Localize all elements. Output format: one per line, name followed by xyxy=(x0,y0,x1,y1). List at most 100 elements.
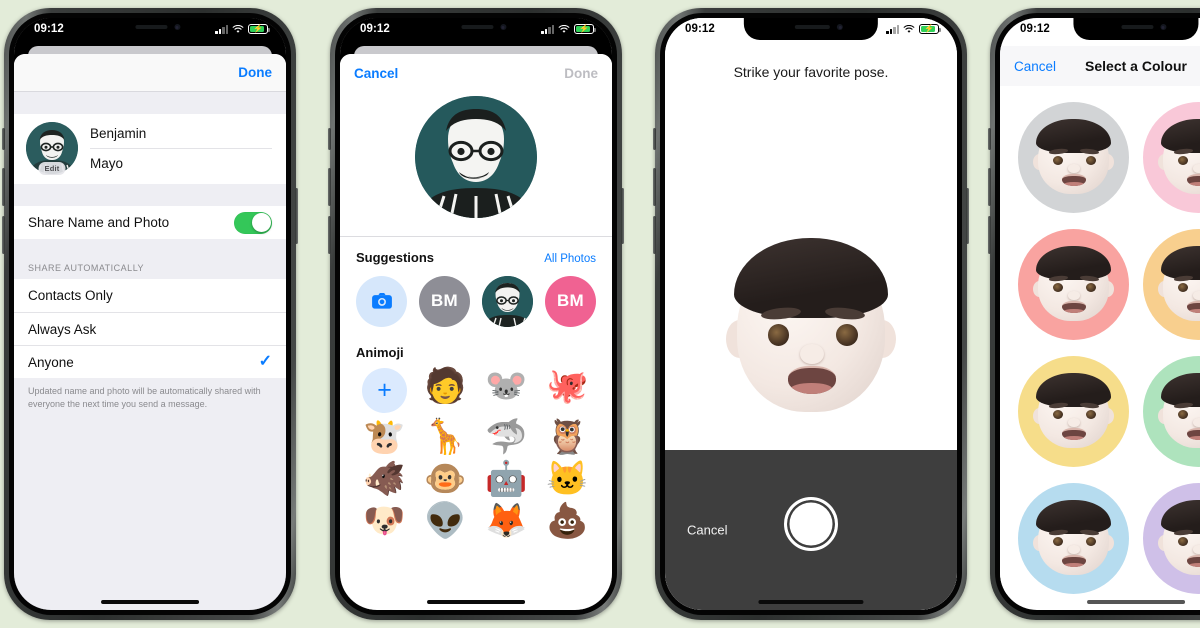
option-label: Anyone xyxy=(28,354,74,370)
option-contacts-only[interactable]: Contacts Only xyxy=(14,279,286,312)
animoji-item[interactable]: 🐮 xyxy=(363,418,405,455)
earpiece-speaker xyxy=(134,25,168,29)
share-name-photo-row[interactable]: Share Name and Photo xyxy=(14,206,286,239)
profile-row[interactable]: Edit Benjamin Mayo xyxy=(14,114,286,184)
colour-swatch-salmon[interactable] xyxy=(1018,229,1129,340)
suggestions-row: BM BM xyxy=(340,273,612,345)
silent-switch[interactable] xyxy=(2,128,5,150)
suggestion-initials-grey[interactable]: BM xyxy=(419,275,470,327)
memoji-thumb xyxy=(1030,241,1117,328)
last-name-field[interactable]: Mayo xyxy=(90,149,272,173)
colour-swatch-yellow[interactable] xyxy=(1018,356,1129,467)
memoji-thumb xyxy=(1030,495,1117,582)
volume-down-button[interactable] xyxy=(328,216,331,254)
phone-3: 09:12 ⚡ Strike your favorite pose. Cance… xyxy=(653,8,969,620)
sheet-navbar: Done xyxy=(14,54,286,92)
notch xyxy=(413,18,539,40)
option-always-ask[interactable]: Always Ask xyxy=(14,312,286,345)
colour-swatch-green[interactable] xyxy=(1143,356,1200,467)
power-button[interactable] xyxy=(621,188,624,244)
animoji-item[interactable]: 🐭 xyxy=(485,367,527,413)
status-time: 09:12 xyxy=(685,23,715,35)
animoji-header: Animoji xyxy=(340,344,612,366)
colour-swatch-orange[interactable] xyxy=(1143,229,1200,340)
colour-navbar: Cancel Select a Colour xyxy=(1000,46,1200,86)
share-name-photo-label: Share Name and Photo xyxy=(28,215,170,230)
shutter-button[interactable] xyxy=(784,496,838,551)
animoji-item[interactable]: 🦉 xyxy=(546,418,588,455)
avatar[interactable]: Edit xyxy=(26,122,78,175)
suggestion-initials-pink[interactable]: BM xyxy=(545,275,596,327)
selected-avatar[interactable] xyxy=(415,96,537,218)
animoji-item[interactable]: 🦈 xyxy=(485,418,527,455)
cancel-button[interactable]: Cancel xyxy=(1014,59,1056,74)
animoji-item[interactable]: 🐗 xyxy=(363,460,405,497)
phone-4: 09:12 ⚡ xyxy=(988,8,1200,620)
colour-swatch-purple[interactable] xyxy=(1143,483,1200,594)
battery-icon: ⚡ xyxy=(574,24,596,34)
first-name-field[interactable]: Benjamin xyxy=(90,123,272,149)
share-name-photo-toggle[interactable] xyxy=(234,211,272,234)
group-gap-3 xyxy=(14,239,286,249)
home-indicator[interactable] xyxy=(427,600,525,604)
home-indicator[interactable] xyxy=(1087,600,1185,604)
animoji-item[interactable]: 🐵 xyxy=(424,460,466,497)
all-photos-link[interactable]: All Photos xyxy=(544,253,596,265)
checkmark-icon: ✓ xyxy=(258,353,272,370)
earpiece-speaker xyxy=(1120,25,1154,29)
volume-down-button[interactable] xyxy=(2,216,5,254)
cancel-button[interactable]: Cancel xyxy=(354,66,398,81)
suggestion-camera[interactable] xyxy=(356,275,407,327)
memoji-thumb xyxy=(1030,114,1117,201)
animoji-item[interactable]: 🐶 xyxy=(363,503,405,540)
option-anyone[interactable]: Anyone ✓ xyxy=(14,345,286,378)
animoji-item[interactable]: 💩 xyxy=(546,503,588,540)
phone-2-screen: 09:12 ⚡ Cancel Done Suggestions All Phot… xyxy=(340,18,612,610)
volume-up-button[interactable] xyxy=(328,168,331,206)
animoji-grid: + 🧑 🐭 🐙 🐮 🦒 🦈 🦉 🐗 🐵 🤖 🐱 🐶 👽 🦊 💩 xyxy=(340,365,612,540)
animoji-item[interactable]: 🦒 xyxy=(424,418,466,455)
power-button[interactable] xyxy=(295,188,298,244)
share-automatically-header: SHARE AUTOMATICALLY xyxy=(28,263,145,273)
capture-toolbar: Cancel xyxy=(665,450,957,610)
colour-swatch-pink[interactable] xyxy=(1143,102,1200,213)
volume-down-button[interactable] xyxy=(653,216,656,254)
option-label: Always Ask xyxy=(28,321,97,337)
volume-down-button[interactable] xyxy=(988,216,991,254)
group-gap-2 xyxy=(14,184,286,206)
colour-swatch-blue[interactable] xyxy=(1018,483,1129,594)
animoji-item[interactable]: 🧑 xyxy=(424,367,466,413)
earpiece-speaker xyxy=(794,25,830,29)
suggestion-photo[interactable] xyxy=(482,275,533,327)
silent-switch[interactable] xyxy=(328,128,331,150)
volume-up-button[interactable] xyxy=(988,168,991,206)
battery-icon: ⚡ xyxy=(919,24,941,34)
home-indicator[interactable] xyxy=(101,600,199,604)
status-time: 09:12 xyxy=(34,23,64,35)
animoji-item[interactable]: 👽 xyxy=(424,503,466,540)
done-button[interactable]: Done xyxy=(564,66,598,81)
power-button[interactable] xyxy=(966,188,969,244)
camera-icon xyxy=(371,292,392,309)
animoji-add-button[interactable]: + xyxy=(362,367,407,413)
signal-bars-icon xyxy=(541,24,554,34)
animoji-item[interactable]: 🐙 xyxy=(546,367,588,413)
colour-swatch-grey[interactable] xyxy=(1018,102,1129,213)
memoji-hair xyxy=(733,238,889,318)
done-button[interactable]: Done xyxy=(238,65,272,80)
notch xyxy=(87,18,213,40)
animoji-item[interactable]: 🐱 xyxy=(546,460,588,497)
status-time: 09:12 xyxy=(360,23,390,35)
avatar-edit-badge[interactable]: Edit xyxy=(38,162,66,175)
volume-up-button[interactable] xyxy=(2,168,5,206)
animoji-item[interactable]: 🦊 xyxy=(485,503,527,540)
volume-up-button[interactable] xyxy=(653,168,656,206)
silent-switch[interactable] xyxy=(988,128,991,150)
front-camera xyxy=(174,24,181,30)
home-indicator[interactable] xyxy=(758,600,864,604)
animoji-item[interactable]: 🤖 xyxy=(485,460,527,497)
silent-switch[interactable] xyxy=(653,128,656,150)
signal-bars-icon xyxy=(215,24,228,34)
cancel-button[interactable]: Cancel xyxy=(687,523,727,538)
hero-avatar-area[interactable] xyxy=(340,92,612,236)
